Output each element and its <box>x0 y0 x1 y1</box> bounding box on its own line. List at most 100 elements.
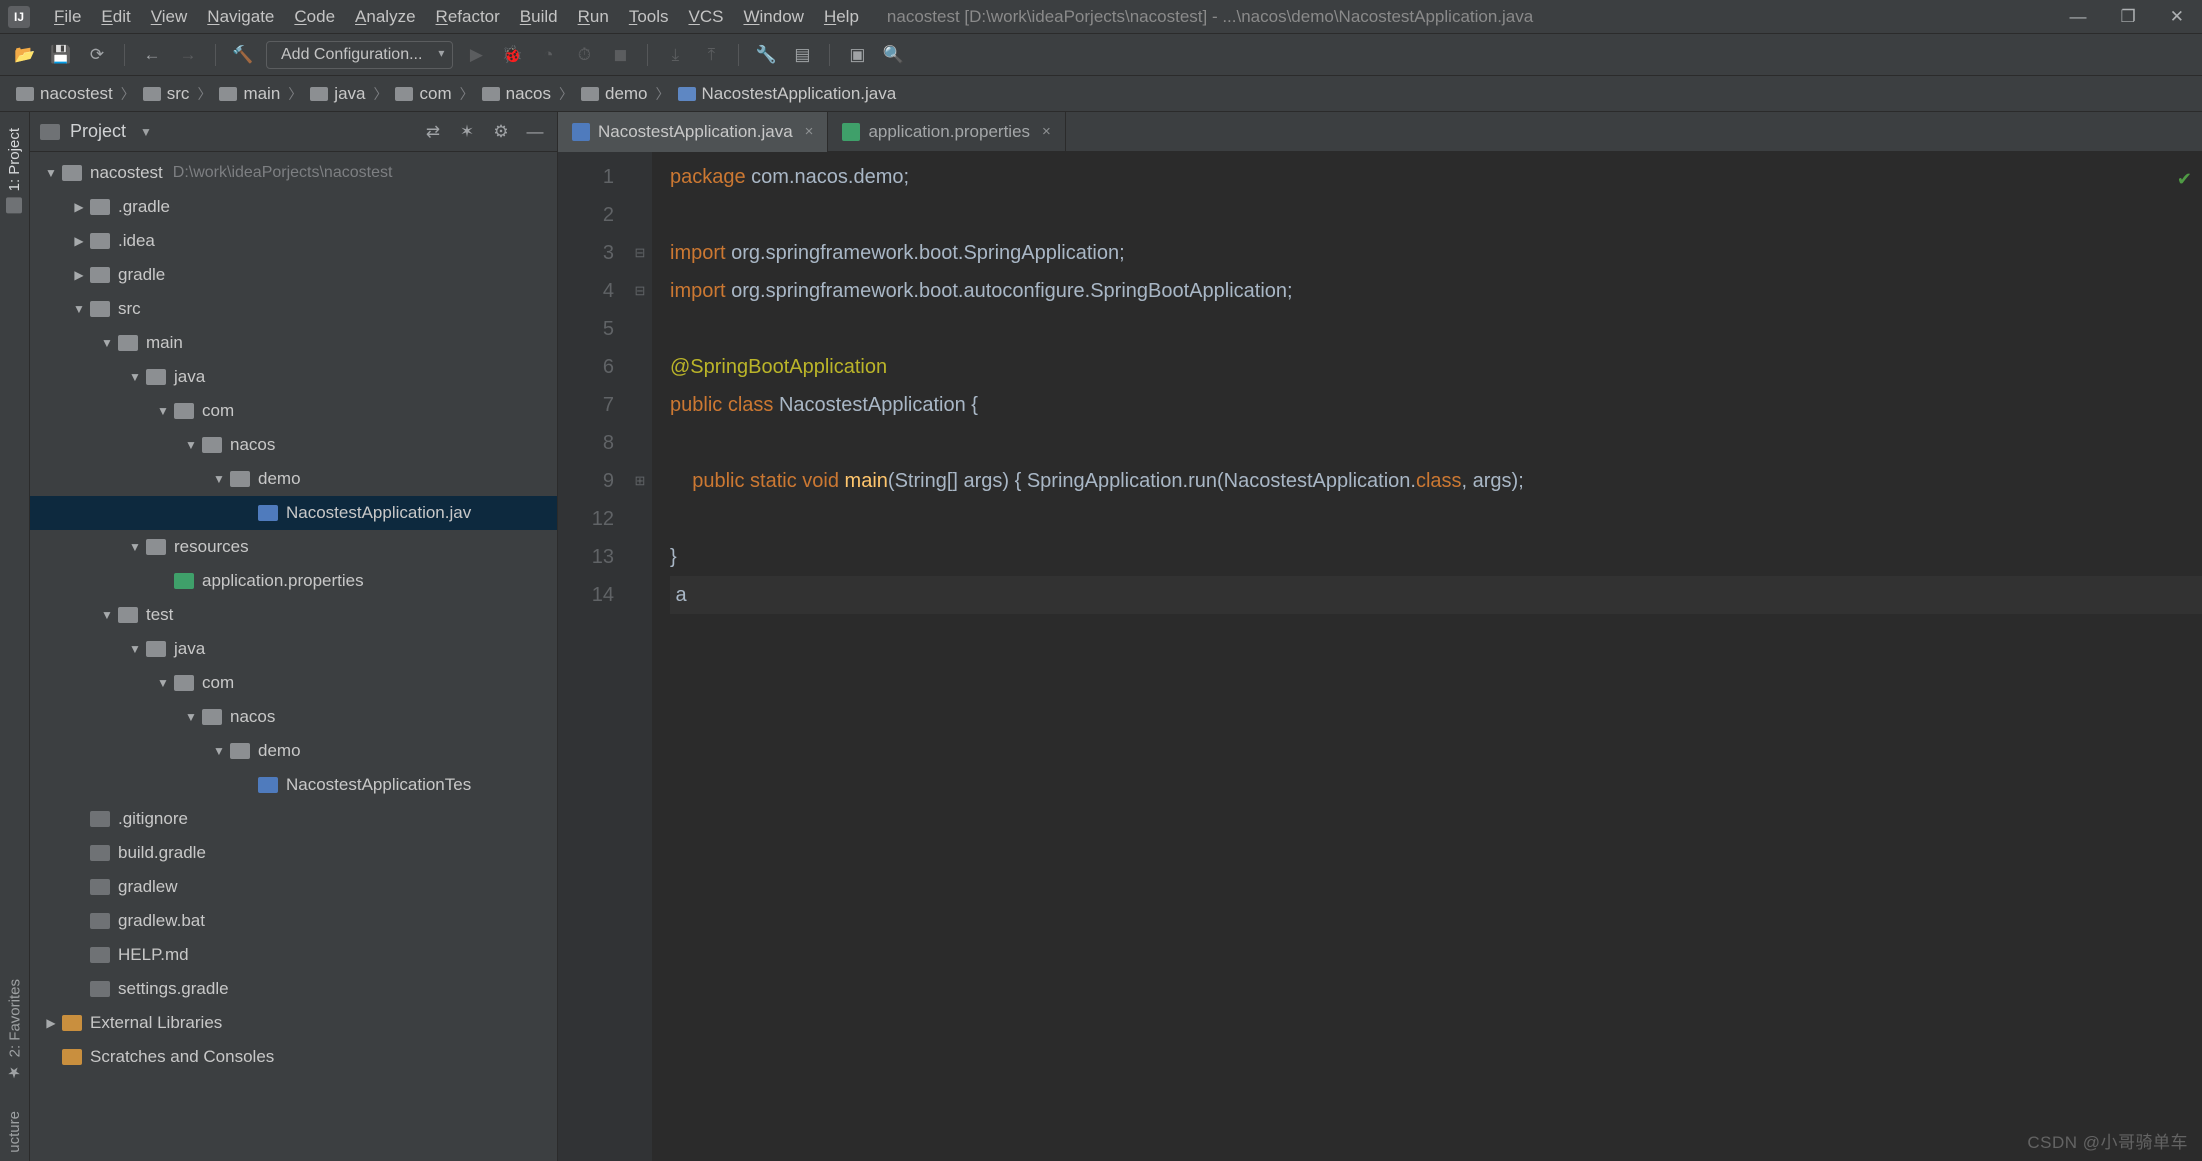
breadcrumb-main[interactable]: main <box>213 84 286 104</box>
search-icon[interactable]: 🔍 <box>880 42 906 68</box>
close-button[interactable]: ✕ <box>2170 7 2184 27</box>
menu-file[interactable]: File <box>44 3 91 31</box>
tree-arrow-icon[interactable]: ▼ <box>156 676 170 690</box>
menu-analyze[interactable]: Analyze <box>345 3 425 31</box>
breadcrumb-src[interactable]: src <box>137 84 196 104</box>
profile-icon[interactable]: ⏱ <box>571 42 597 68</box>
tree-node-java[interactable]: ▼java <box>30 360 557 394</box>
vcs-commit-icon[interactable]: ⤒ <box>698 42 724 68</box>
tree-node-External Libraries[interactable]: ▶External Libraries <box>30 1006 557 1040</box>
fold-marker[interactable]: ⊞ <box>628 462 652 500</box>
maximize-button[interactable]: ❐ <box>2121 7 2136 27</box>
code-content[interactable]: package com.nacos.demo; import org.sprin… <box>652 152 2202 1161</box>
tree-node-NacostestApplication.jav[interactable]: NacostestApplication.jav <box>30 496 557 530</box>
tree-arrow-icon[interactable]: ▼ <box>128 642 142 656</box>
wrench-icon[interactable]: 🔧 <box>753 42 779 68</box>
back-icon[interactable]: ← <box>139 42 165 68</box>
hide-panel-icon[interactable]: — <box>523 120 547 144</box>
breadcrumb-nacostest[interactable]: nacostest <box>10 84 119 104</box>
fold-marker[interactable] <box>628 576 652 614</box>
save-icon[interactable]: 💾 <box>48 42 74 68</box>
menu-navigate[interactable]: Navigate <box>197 3 284 31</box>
tree-arrow-icon[interactable]: ▼ <box>72 302 86 316</box>
tree-arrow-icon[interactable]: ▶ <box>72 234 86 248</box>
tree-node-settings.gradle[interactable]: settings.gradle <box>30 972 557 1006</box>
menu-build[interactable]: Build <box>510 3 568 31</box>
editor-tab-NacostestApplication.java[interactable]: NacostestApplication.java× <box>558 112 828 151</box>
tree-node-.gradle[interactable]: ▶.gradle <box>30 190 557 224</box>
debug-icon[interactable]: 🐞 <box>499 42 525 68</box>
menu-refactor[interactable]: Refactor <box>426 3 510 31</box>
vcs-update-icon[interactable]: ⤓ <box>662 42 688 68</box>
menu-vcs[interactable]: VCS <box>679 3 734 31</box>
menu-tools[interactable]: Tools <box>619 3 679 31</box>
tree-node-com[interactable]: ▼com <box>30 394 557 428</box>
breadcrumb-com[interactable]: com <box>389 84 457 104</box>
tree-arrow-icon[interactable]: ▼ <box>212 744 226 758</box>
fold-marker[interactable] <box>628 196 652 234</box>
tree-arrow-icon[interactable]: ▼ <box>100 336 114 350</box>
tree-arrow-icon[interactable]: ▼ <box>100 608 114 622</box>
forward-icon[interactable]: → <box>175 42 201 68</box>
tree-node-src[interactable]: ▼src <box>30 292 557 326</box>
menu-edit[interactable]: Edit <box>91 3 140 31</box>
tree-node-build.gradle[interactable]: build.gradle <box>30 836 557 870</box>
tree-node-demo[interactable]: ▼demo <box>30 734 557 768</box>
run-icon[interactable]: ▶ <box>463 42 489 68</box>
fold-marker[interactable]: ⊟ <box>628 234 652 272</box>
run-config-selector[interactable]: Add Configuration... <box>266 41 453 69</box>
close-tab-icon[interactable]: × <box>805 123 814 140</box>
menu-run[interactable]: Run <box>568 3 619 31</box>
editor-tab-application.properties[interactable]: application.properties× <box>828 112 1065 151</box>
fold-marker[interactable] <box>628 158 652 196</box>
tree-node-com[interactable]: ▼com <box>30 666 557 700</box>
fold-marker[interactable] <box>628 424 652 462</box>
tree-arrow-icon[interactable]: ▼ <box>156 404 170 418</box>
tree-node-nacos[interactable]: ▼nacos <box>30 700 557 734</box>
fold-marker[interactable] <box>628 538 652 576</box>
expand-all-icon[interactable]: ✶ <box>455 120 479 144</box>
tree-node-nacostest[interactable]: ▼nacostestD:\work\ideaPorjects\nacostest <box>30 156 557 190</box>
tree-arrow-icon[interactable]: ▼ <box>212 472 226 486</box>
project-view-title[interactable]: Project <box>70 121 126 142</box>
fold-marker[interactable] <box>628 386 652 424</box>
menu-view[interactable]: View <box>141 3 198 31</box>
tool-tab-project[interactable]: 1: Project <box>6 120 23 221</box>
fold-column[interactable]: ⊟⊟ ⊞ <box>628 152 652 1161</box>
breadcrumb-java[interactable]: java <box>304 84 371 104</box>
breadcrumb-NacostestApplication.java[interactable]: NacostestApplication.java <box>672 84 903 104</box>
code-editor[interactable]: 123456789121314 ⊟⊟⊞ package com.nacos.de… <box>558 152 2202 1161</box>
tree-arrow-icon[interactable]: ▼ <box>44 166 58 180</box>
menu-window[interactable]: Window <box>733 3 813 31</box>
tree-node-test[interactable]: ▼test <box>30 598 557 632</box>
tree-arrow-icon[interactable]: ▶ <box>72 200 86 214</box>
select-opened-file-icon[interactable]: ⇄ <box>421 120 445 144</box>
tree-node-resources[interactable]: ▼resources <box>30 530 557 564</box>
open-icon[interactable]: 📂 <box>12 42 38 68</box>
tree-node-.idea[interactable]: ▶.idea <box>30 224 557 258</box>
fold-marker[interactable]: ⊟ <box>628 272 652 310</box>
tool-tab-favorites[interactable]: ★2: Favorites <box>6 971 24 1089</box>
project-structure-icon[interactable]: ▤ <box>789 42 815 68</box>
tree-arrow-icon[interactable]: ▶ <box>44 1016 58 1030</box>
fold-marker[interactable] <box>628 500 652 538</box>
chevron-down-icon[interactable]: ▼ <box>140 125 152 139</box>
close-tab-icon[interactable]: × <box>1042 123 1051 140</box>
tree-arrow-icon[interactable]: ▼ <box>184 438 198 452</box>
tree-node-gradle[interactable]: ▶gradle <box>30 258 557 292</box>
tree-node-nacos[interactable]: ▼nacos <box>30 428 557 462</box>
tool-tab-structure[interactable]: ucture <box>6 1103 23 1161</box>
tree-node-application.properties[interactable]: application.properties <box>30 564 557 598</box>
tree-arrow-icon[interactable]: ▶ <box>72 268 86 282</box>
breadcrumb-nacos[interactable]: nacos <box>476 84 557 104</box>
fold-marker[interactable] <box>628 348 652 386</box>
tree-node-.gitignore[interactable]: .gitignore <box>30 802 557 836</box>
tree-node-java[interactable]: ▼java <box>30 632 557 666</box>
minimize-button[interactable]: — <box>2070 7 2087 27</box>
terminal-icon[interactable]: ▣ <box>844 42 870 68</box>
sync-icon[interactable]: ⟳ <box>84 42 110 68</box>
tree-node-Scratches and Consoles[interactable]: Scratches and Consoles <box>30 1040 557 1074</box>
tree-node-HELP.md[interactable]: HELP.md <box>30 938 557 972</box>
menu-code[interactable]: Code <box>284 3 345 31</box>
breadcrumb-demo[interactable]: demo <box>575 84 654 104</box>
